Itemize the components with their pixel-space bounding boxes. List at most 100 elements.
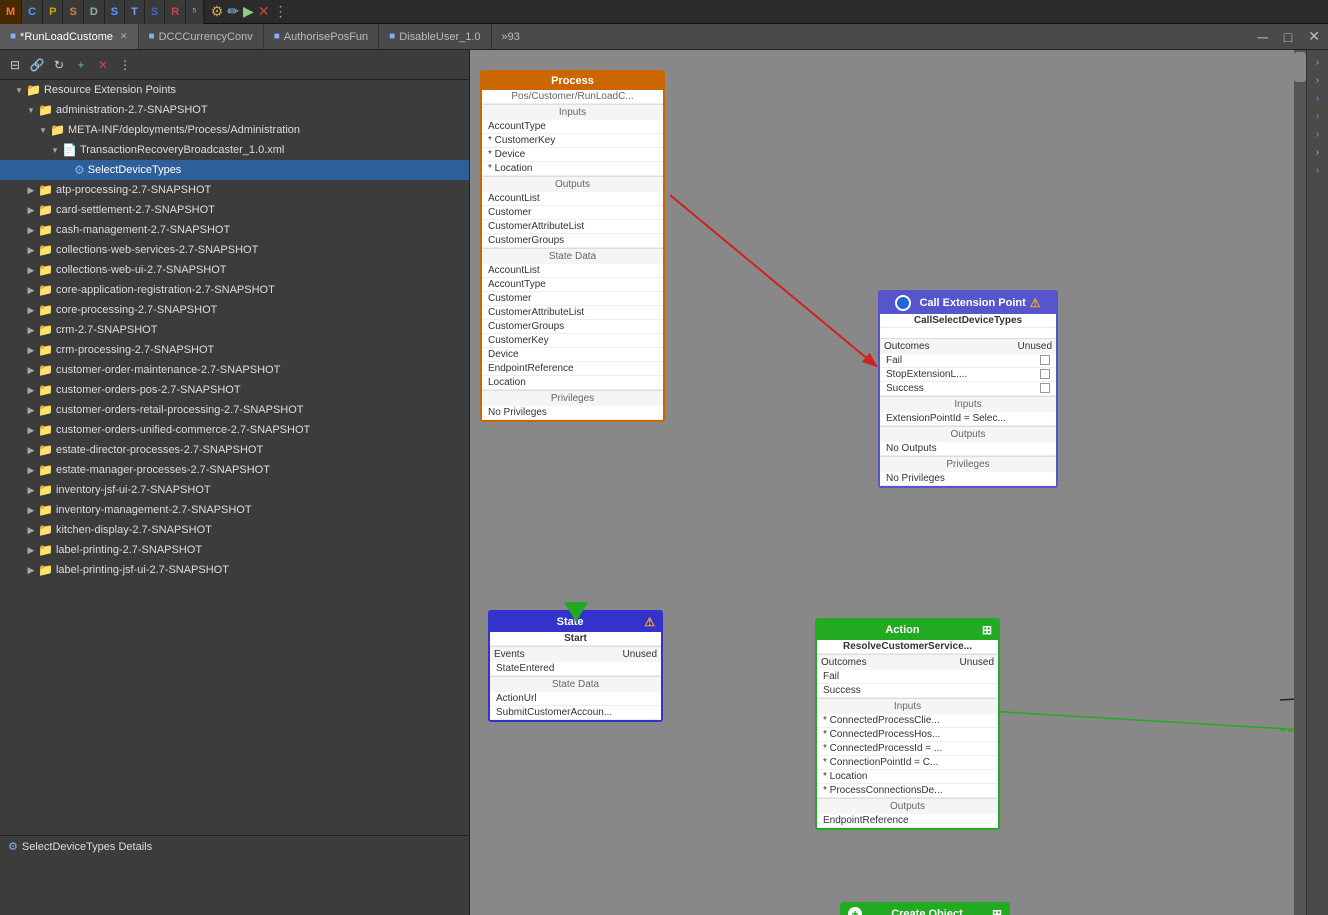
ext-point-card[interactable]: Call Extension Point ⚠ CallSelectDeviceT… [878, 290, 1058, 488]
link-btn[interactable]: 🔗 [28, 56, 46, 74]
sync-btn[interactable]: ↻ [50, 56, 68, 74]
process-card[interactable]: Process Pos/Customer/RunLoadC... Inputs … [480, 70, 665, 422]
toolbar-icon-3[interactable]: ▶ [243, 3, 254, 20]
right-panel: › › › › › › › [1306, 50, 1328, 915]
sd-account-type: AccountType [482, 278, 663, 292]
remove-btn[interactable]: ✕ [94, 56, 112, 74]
right-btn-2[interactable]: › [1310, 72, 1326, 88]
action1-inputs-label: Inputs [817, 698, 998, 714]
sidebar-item-crm-proc[interactable]: ▶ 📁 crm-processing-2.7-SNAPSHOT [0, 340, 469, 360]
action1-input-4: * ConnectionPointId = C... [817, 756, 998, 770]
right-btn-4[interactable]: › [1310, 108, 1326, 124]
right-btn-5[interactable]: › [1310, 126, 1326, 142]
sidebar-item-core-proc[interactable]: ▶ 📁 core-processing-2.7-SNAPSHOT [0, 300, 469, 320]
action1-outcomes-label: OutcomesUnused [817, 654, 998, 670]
mini-tab-s1[interactable]: S [63, 0, 83, 24]
sidebar-item-select-device-types[interactable]: ⚙ SelectDeviceTypes [0, 160, 469, 180]
toolbar-icon-1[interactable]: ⚙ [211, 3, 224, 20]
sidebar-item-admin[interactable]: ▾ 📁 administration-2.7-SNAPSHOT [0, 100, 469, 120]
sidebar-item-cust-order-maint[interactable]: ▶ 📁 customer-order-maintenance-2.7-SNAPS… [0, 360, 469, 380]
canvas-scrollbar[interactable] [1294, 50, 1306, 915]
action1-input-2: * ConnectedProcessHos... [817, 728, 998, 742]
create-plus-icon: + [848, 907, 862, 915]
add-btn[interactable]: + [72, 56, 90, 74]
right-btn-1[interactable]: › [1310, 54, 1326, 70]
tab-close-1[interactable]: ✕ [120, 31, 128, 42]
sidebar-item-resource-ext[interactable]: ▾ 📁 Resource Extension Points [0, 80, 469, 100]
process-card-header: Process [482, 72, 663, 90]
action1-input-3: * ConnectedProcessId = ... [817, 742, 998, 756]
toolbar-icon-5[interactable]: ⋮ [274, 3, 288, 20]
create-card-header: + Create Object ⊞ [842, 904, 1008, 915]
sidebar-item-estate-director[interactable]: ▶ 📁 estate-director-processes-2.7-SNAPSH… [0, 440, 469, 460]
ext-card-header: Call Extension Point ⚠ [880, 292, 1056, 314]
detail-panel: ⚙ SelectDeviceTypes Details [0, 835, 469, 915]
sidebar-item-cust-orders-retail[interactable]: ▶ 📁 customer-orders-retail-processing-2.… [0, 400, 469, 420]
right-btn-3[interactable]: › [1310, 90, 1326, 106]
sidebar-item-card-settlement[interactable]: ▶ 📁 card-settlement-2.7-SNAPSHOT [0, 200, 469, 220]
file-tab-disable[interactable]: ■ DisableUser_1.0 [379, 24, 491, 49]
sd-endpoint-ref: EndpointReference [482, 362, 663, 376]
right-btn-7[interactable]: › [1310, 162, 1326, 178]
action1-fail: Fail [817, 670, 998, 684]
more-btn[interactable]: ⋮ [116, 56, 134, 74]
state-sd-submit: SubmitCustomerAccoun... [490, 706, 661, 720]
create-object-card[interactable]: + Create Object ⊞ CreateSubmitCustomerA.… [840, 902, 1010, 915]
mini-tab-p[interactable]: P [43, 0, 63, 24]
sidebar-item-collections-web-svc[interactable]: ▶ 📁 collections-web-services-2.7-SNAPSHO… [0, 240, 469, 260]
sidebar-item-transaction-recovery[interactable]: ▾ 📄 TransactionRecoveryBroadcaster_1.0.x… [0, 140, 469, 160]
sidebar-item-crm[interactable]: ▶ 📁 crm-2.7-SNAPSHOT [0, 320, 469, 340]
action1-outputs-label: Outputs [817, 798, 998, 814]
file-tab-runload[interactable]: ■ *RunLoadCustome ✕ [0, 24, 139, 49]
mini-tab-c[interactable]: C [22, 0, 43, 24]
state-name: Start [490, 632, 661, 646]
sd-location: Location [482, 376, 663, 390]
window-close[interactable]: ✕ [1300, 28, 1328, 45]
mini-tab-s2[interactable]: S [105, 0, 125, 24]
output-customer: Customer [482, 206, 663, 220]
action-card-resolve[interactable]: Action ⊞ ResolveCustomerService... Outco… [815, 618, 1000, 830]
input-device: * Device [482, 148, 663, 162]
sidebar-toolbar: ⊟ 🔗 ↻ + ✕ ⋮ [0, 50, 469, 80]
sd-customer-groups: CustomerGroups [482, 320, 663, 334]
file-tab-overflow[interactable]: »93 [492, 31, 530, 43]
mini-tab-s3[interactable]: S [145, 0, 165, 24]
window-maximize[interactable]: □ [1276, 29, 1300, 45]
collapse-all-btn[interactable]: ⊟ [6, 56, 24, 74]
state-card[interactable]: State ⚠ Start Events Unused StateEnter [488, 610, 663, 722]
sidebar-tree: ▾ 📁 Resource Extension Points ▾ 📁 admini… [0, 80, 469, 835]
mini-tab-r[interactable]: R [165, 0, 186, 24]
toolbar-icon-2[interactable]: ✏ [227, 3, 239, 20]
create-grid-icon: ⊞ [992, 907, 1002, 915]
sidebar-item-label-print[interactable]: ▶ 📁 label-printing-2.7-SNAPSHOT [0, 540, 469, 560]
sidebar-item-cust-orders-pos[interactable]: ▶ 📁 customer-orders-pos-2.7-SNAPSHOT [0, 380, 469, 400]
sidebar-item-inventory-jsf[interactable]: ▶ 📁 inventory-jsf-ui-2.7-SNAPSHOT [0, 480, 469, 500]
sd-customer-key: CustomerKey [482, 334, 663, 348]
sidebar-item-meta-inf[interactable]: ▾ 📁 META-INF/deployments/Process/Adminis… [0, 120, 469, 140]
sidebar-item-estate-manager[interactable]: ▶ 📁 estate-manager-processes-2.7-SNAPSHO… [0, 460, 469, 480]
sidebar-item-label-print-jsf[interactable]: ▶ 📁 label-printing-jsf-ui-2.7-SNAPSHOT [0, 560, 469, 580]
sidebar-item-core-app-reg[interactable]: ▶ 📁 core-application-registration-2.7-SN… [0, 280, 469, 300]
sidebar-item-cust-orders-unified[interactable]: ▶ 📁 customer-orders-unified-commerce-2.7… [0, 420, 469, 440]
sidebar-item-kitchen[interactable]: ▶ 📁 kitchen-display-2.7-SNAPSHOT [0, 520, 469, 540]
file-tab-dcc[interactable]: ■ DCCCurrencyConv [139, 24, 264, 49]
right-btn-6[interactable]: › [1310, 144, 1326, 160]
action1-output-ep: EndpointReference [817, 814, 998, 828]
mini-tab-overflow[interactable]: ⁵ [186, 0, 204, 24]
toolbar-icon-4[interactable]: ✕ [258, 3, 270, 20]
canvas-area[interactable]: Process Pos/Customer/RunLoadC... Inputs … [470, 50, 1306, 915]
sidebar-item-inventory-mgmt[interactable]: ▶ 📁 inventory-management-2.7-SNAPSHOT [0, 500, 469, 520]
file-tab-authorise[interactable]: ■ AuthorisePosFun [264, 24, 379, 49]
action1-input-5: * Location [817, 770, 998, 784]
state-data-label: State Data [482, 248, 663, 264]
action1-name: ResolveCustomerService... [817, 640, 998, 654]
sidebar-item-atp[interactable]: ▶ 📁 atp-processing-2.7-SNAPSHOT [0, 180, 469, 200]
mini-tab-t[interactable]: T [125, 0, 145, 24]
mini-tab-m[interactable]: M [0, 0, 22, 24]
input-customer-key: * CustomerKey [482, 134, 663, 148]
sidebar-item-cash-mgmt[interactable]: ▶ 📁 cash-management-2.7-SNAPSHOT [0, 220, 469, 240]
window-minimize[interactable]: ─ [1250, 29, 1276, 45]
action1-success: Success [817, 684, 998, 698]
sidebar-item-collections-web-ui[interactable]: ▶ 📁 collections-web-ui-2.7-SNAPSHOT [0, 260, 469, 280]
mini-tab-d[interactable]: D [84, 0, 105, 24]
